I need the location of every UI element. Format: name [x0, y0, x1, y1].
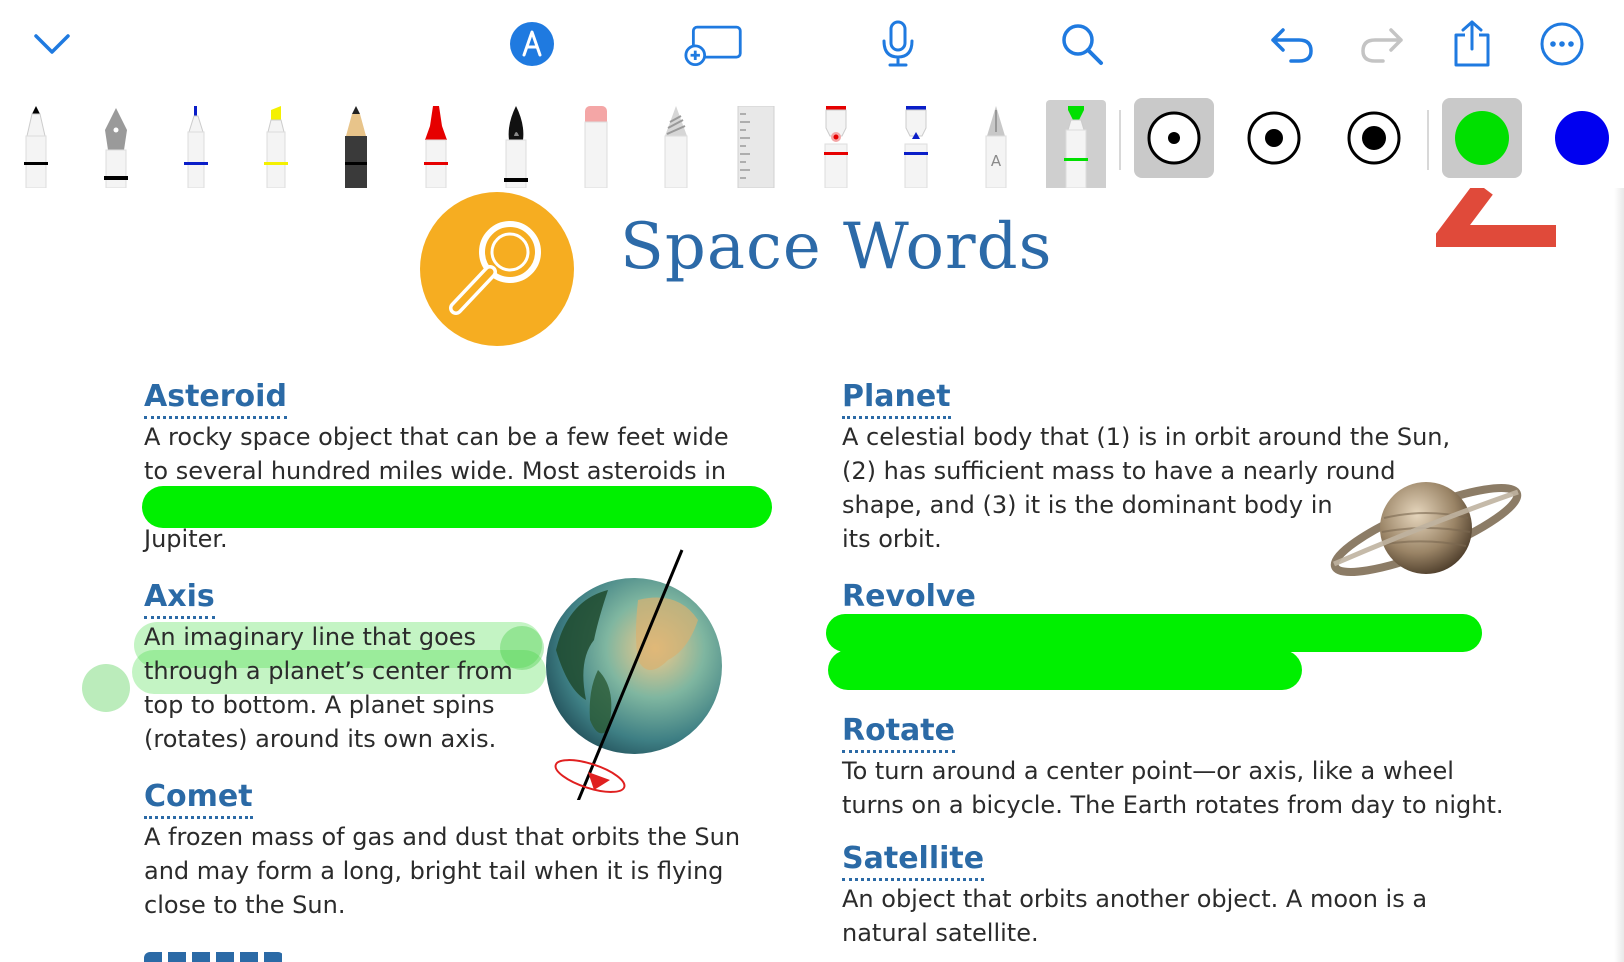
term-satellite: Satellite [842, 840, 985, 881]
add-page-icon [684, 25, 742, 67]
term-asteroid: Asteroid [144, 378, 287, 419]
fine-pen-tool[interactable] [6, 100, 66, 188]
definition-line: natural satellite. [842, 919, 1039, 947]
definition-line: to several hundred miles wide. Most aste… [144, 457, 727, 485]
definition-line: through a planet’s center from [144, 657, 513, 685]
fill-icon [904, 106, 928, 188]
toolbar-separator [1427, 110, 1429, 170]
term-comet: Comet [144, 778, 253, 819]
green-highlighter-icon [1064, 106, 1088, 188]
size-small-icon [1147, 111, 1201, 165]
tool-strip: A [0, 92, 1624, 188]
share-button[interactable] [1442, 14, 1502, 74]
fine-pen-icon [24, 106, 48, 188]
microphone-button[interactable] [868, 14, 928, 74]
stroke-size-small[interactable] [1134, 98, 1214, 178]
document-page[interactable]: Space Words Asteroid A rocky space objec… [0, 188, 1624, 962]
pencil-tool[interactable] [326, 100, 386, 188]
crayon-tool[interactable] [406, 100, 466, 188]
definition-line: A rocky space object that can be a few f… [144, 423, 729, 451]
add-page-button[interactable] [684, 14, 744, 74]
definition-line: An object that orbits another object. A … [842, 885, 1428, 913]
term-rotate: Rotate [842, 712, 955, 753]
definition-comet: A frozen mass of gas and dust that orbit… [144, 820, 740, 922]
highlight-dot [82, 664, 130, 712]
highlight-stroke [142, 486, 772, 528]
fountain-pen-tool[interactable] [86, 100, 146, 188]
magnifier-icon [1062, 24, 1103, 65]
undo-arrow-icon [1271, 28, 1313, 63]
lasso-tool[interactable] [646, 100, 706, 188]
term-planet: Planet [842, 378, 951, 419]
stroke-size-medium[interactable] [1234, 98, 1314, 178]
definition-line: An imaginary line that goes [144, 623, 477, 651]
definition-line: and may form a long, bright tail when it… [144, 857, 724, 885]
top-toolbar [0, 0, 1624, 92]
definition-axis: An imaginary line that goes through a pl… [144, 620, 513, 756]
fountain-pen-icon [104, 108, 128, 188]
color-swatch-blue[interactable] [1542, 98, 1622, 178]
text-tool-icon: A [985, 106, 1007, 188]
page-edge-shadow [1614, 188, 1624, 962]
definition-line: A celestial body that (1) is in orbit ar… [842, 423, 1451, 451]
brush-pen-icon [504, 106, 528, 188]
definition-satellite: An object that orbits another object. A … [842, 882, 1427, 950]
red-annotation-stroke [1436, 188, 1556, 247]
redo-button[interactable] [1352, 14, 1412, 74]
chevron-down-icon [34, 34, 70, 54]
redo-arrow-icon [1361, 28, 1403, 63]
shape-icon [824, 106, 848, 188]
definition-rotate: To turn around a center point—or axis, l… [842, 754, 1504, 822]
green-swatch [1455, 111, 1509, 165]
ballpoint-pen-tool[interactable] [166, 100, 226, 188]
markup-button[interactable] [502, 14, 562, 74]
crayon-icon [424, 106, 448, 188]
clipped-next-heading [144, 952, 284, 962]
shape-tool[interactable] [806, 100, 866, 188]
term-axis: Axis [144, 578, 215, 619]
more-button[interactable] [1532, 14, 1592, 74]
ruler-icon [737, 106, 775, 188]
magnifier-logo-icon [420, 192, 574, 346]
brush-pen-tool[interactable] [486, 100, 546, 188]
markup-pen-circle-icon [510, 22, 554, 66]
ellipsis-circle-icon [1540, 22, 1584, 66]
ruler-tool[interactable] [726, 100, 786, 188]
size-medium-icon [1247, 111, 1301, 165]
saturn-illustration [1330, 482, 1522, 576]
definition-line: A frozen mass of gas and dust that orbit… [144, 823, 741, 851]
toolbar-separator [1119, 110, 1121, 170]
highlighter-tool[interactable] [246, 100, 306, 188]
lasso-icon [664, 106, 688, 188]
collapse-button[interactable] [22, 14, 82, 74]
eraser-tool[interactable] [566, 100, 626, 188]
fill-tool[interactable] [886, 100, 946, 188]
active-highlighter-tool[interactable] [1046, 100, 1106, 188]
undo-button[interactable] [1262, 14, 1322, 74]
microphone-icon [882, 20, 914, 67]
highlighter-icon [264, 106, 288, 188]
blue-swatch [1555, 111, 1609, 165]
ballpoint-pen-icon [184, 106, 208, 188]
definition-line: turns on a bicycle. The Earth rotates fr… [842, 791, 1504, 819]
share-icon [1454, 20, 1490, 67]
svg-text:A: A [991, 152, 1002, 170]
definition-line: To turn around a center point—or axis, l… [842, 757, 1454, 785]
eraser-icon [584, 106, 608, 188]
highlight-stroke [828, 650, 1302, 690]
pencil-icon [345, 106, 367, 188]
size-large-icon [1347, 111, 1401, 165]
text-tool[interactable]: A [966, 100, 1026, 188]
definition-line: top to bottom. A planet spins [144, 691, 495, 719]
term-revolve: Revolve [842, 578, 976, 619]
color-swatch-green[interactable] [1442, 98, 1522, 178]
earth-axis-illustration [546, 549, 722, 800]
definition-line: close to the Sun. [144, 891, 346, 919]
definition-line: (rotates) around its own axis. [144, 725, 497, 753]
stroke-size-large[interactable] [1334, 98, 1414, 178]
page-title: Space Words [620, 210, 1053, 284]
search-button[interactable] [1052, 14, 1112, 74]
highlight-stroke [826, 614, 1482, 652]
